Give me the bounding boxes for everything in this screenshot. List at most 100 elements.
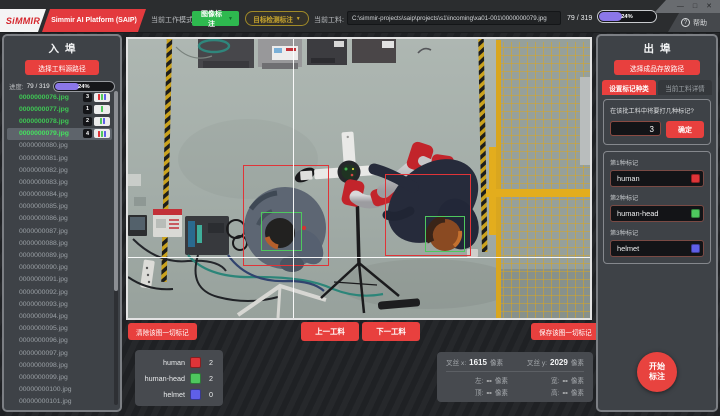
save-annotations-button[interactable]: 保存该图一切标记 (531, 323, 600, 340)
annotation-colors-chip (94, 105, 110, 114)
file-name: 0000000079.jpg (19, 130, 83, 137)
mark-definitions-group: 第1种标记human第2种标记human-head第3种标记helmet (603, 151, 711, 264)
current-file-label: 当前工料: (314, 15, 344, 25)
file-name: 0000000089.jpg (19, 252, 110, 259)
file-list-item[interactable]: 0000000076.jpg3 (7, 91, 112, 103)
coordinate-value: -- (562, 388, 567, 397)
file-list-item[interactable]: 0000000087.jpg (7, 225, 112, 237)
start-annotation-button[interactable]: 开始 标注 (637, 352, 677, 392)
annotation-count-badge: 2 (83, 117, 92, 126)
clear-annotations-button[interactable]: 清除该图一切标记 (128, 323, 197, 340)
file-list-item[interactable]: 0000000096.jpg (7, 335, 112, 347)
file-list-item[interactable]: 0000000084.jpg (7, 189, 112, 201)
legend-class-label: human-head (145, 374, 185, 383)
chevron-down-icon: ▼ (296, 16, 301, 22)
tab-set-mark-types[interactable]: 设置标记种类 (602, 80, 656, 95)
workshop-photo (128, 39, 590, 318)
mark-color-swatch[interactable] (691, 244, 700, 253)
help-label: 帮助 (693, 18, 707, 28)
mode-image-annotation-dropdown[interactable]: 图像标注 ▼ (192, 11, 239, 26)
mode-label: 当前工作模式: (151, 15, 195, 25)
coordinate-value: -- (562, 376, 567, 385)
file-list-item[interactable]: 0000000094.jpg (7, 310, 112, 322)
unit-label: 像素 (571, 357, 584, 367)
file-list-item[interactable]: 0000000095.jpg (7, 323, 112, 335)
bounding-box-human-head[interactable] (261, 212, 302, 251)
file-list-item[interactable]: 0000000082.jpg (7, 164, 112, 176)
file-list-item[interactable]: 0000000079.jpg4 (7, 128, 112, 140)
file-list-item[interactable]: 0000000085.jpg (7, 201, 112, 213)
mark-ordinal-label: 第1种标记 (610, 158, 704, 167)
tab-current-file-details[interactable]: 当前工料详情 (658, 80, 712, 95)
legend-row: helmet0 (142, 389, 216, 400)
file-list-scrollbar-thumb[interactable] (114, 91, 118, 291)
color-bar (103, 118, 105, 124)
file-list-item[interactable]: 0000000099.jpg (7, 371, 112, 383)
mode-secondary-label: 目标检测标注 (253, 14, 293, 24)
help-button[interactable]: ? 帮助 (668, 13, 720, 32)
unit-label: 像素 (571, 387, 584, 397)
annotation-count-badge: 3 (83, 93, 92, 102)
mark-name-input[interactable]: human-head (610, 205, 704, 222)
crosshair-horizontal (128, 257, 590, 258)
file-name: 0000000076.jpg (19, 94, 83, 101)
file-list-item[interactable]: 0000000093.jpg (7, 298, 112, 310)
color-bar (98, 131, 100, 137)
file-name: 0000000083.jpg (19, 179, 110, 186)
mode-detection-dropdown[interactable]: 目标检测标注 ▼ (245, 11, 309, 26)
current-file-path[interactable]: C:\simmir-projects\saip\projects\s1\inco… (347, 11, 561, 25)
mark-name-input[interactable]: human (610, 170, 704, 187)
file-list-item[interactable]: 00000000100.jpg (7, 384, 112, 396)
file-list-item[interactable]: 0000000078.jpg2 (7, 115, 112, 127)
file-list-item[interactable]: 0000000091.jpg (7, 274, 112, 286)
file-list-item[interactable]: 0000000090.jpg (7, 262, 112, 274)
file-list-item[interactable]: 0000000092.jpg (7, 286, 112, 298)
next-file-button[interactable]: 下一工料 (362, 322, 420, 341)
file-list-item[interactable]: 0000000097.jpg (7, 347, 112, 359)
file-list-item[interactable]: 0000000083.jpg (7, 176, 112, 188)
file-name: 0000000086.jpg (19, 215, 110, 222)
mark-name-input[interactable]: helmet (610, 240, 704, 257)
mark-color-swatch[interactable] (691, 174, 700, 183)
mark-color-swatch[interactable] (691, 209, 700, 218)
file-name: 0000000097.jpg (19, 350, 110, 357)
minimize-icon[interactable]: — (677, 3, 684, 10)
file-list-item[interactable]: 0000000080.jpg (7, 140, 112, 152)
legend-row: human2 (142, 357, 216, 368)
file-name: 00000000101.jpg (19, 398, 110, 405)
previous-file-button[interactable]: 上一工料 (301, 322, 359, 341)
file-name: 0000000084.jpg (19, 191, 110, 198)
maximize-icon[interactable]: □ (693, 3, 697, 10)
coordinate-cell: 左:--像素 (446, 375, 508, 385)
file-list-item[interactable]: 0000000088.jpg (7, 237, 112, 249)
annotation-canvas[interactable] (126, 37, 592, 320)
coordinate-cell: 高:--像素 (522, 387, 584, 397)
legend-class-label: helmet (163, 390, 185, 399)
color-bar (104, 131, 106, 137)
bounding-box-human-head[interactable] (425, 216, 465, 252)
window-controls: — □ ✕ (654, 0, 720, 13)
file-list-item[interactable]: 0000000077.jpg1 (7, 103, 112, 115)
file-name: 0000000078.jpg (19, 118, 83, 125)
crosshair-y-value: 2029 (550, 358, 568, 367)
select-source-path-button[interactable]: 选择工料源路径 (25, 60, 99, 75)
file-list-item[interactable]: 0000000081.jpg (7, 152, 112, 164)
file-name: 0000000082.jpg (19, 167, 110, 174)
unit-label: 像素 (490, 357, 503, 367)
file-name: 0000000080.jpg (19, 142, 110, 149)
coordinate-label: 顶: (475, 387, 483, 397)
mark-name-value: human (617, 174, 688, 183)
file-list-item[interactable]: 00000000101.jpg (7, 396, 112, 406)
app-root: SiMMIR Simmir AI Platform (SAIP) 当前工作模式:… (0, 0, 720, 416)
confirm-button[interactable]: 确定 (666, 121, 704, 138)
question-mark-icon: ? (681, 18, 690, 27)
select-output-path-button[interactable]: 选择成品存放路径 (614, 60, 700, 75)
mark-count-input[interactable]: 3 (610, 121, 661, 136)
file-list-item[interactable]: 0000000086.jpg (7, 213, 112, 225)
mark-definition: 第2种标记human-head (610, 193, 704, 222)
annotation-colors-chip (94, 129, 110, 138)
file-list-item[interactable]: 0000000098.jpg (7, 359, 112, 371)
file-list-item[interactable]: 0000000089.jpg (7, 249, 112, 261)
mark-name-value: human-head (617, 209, 688, 218)
close-icon[interactable]: ✕ (706, 3, 712, 10)
